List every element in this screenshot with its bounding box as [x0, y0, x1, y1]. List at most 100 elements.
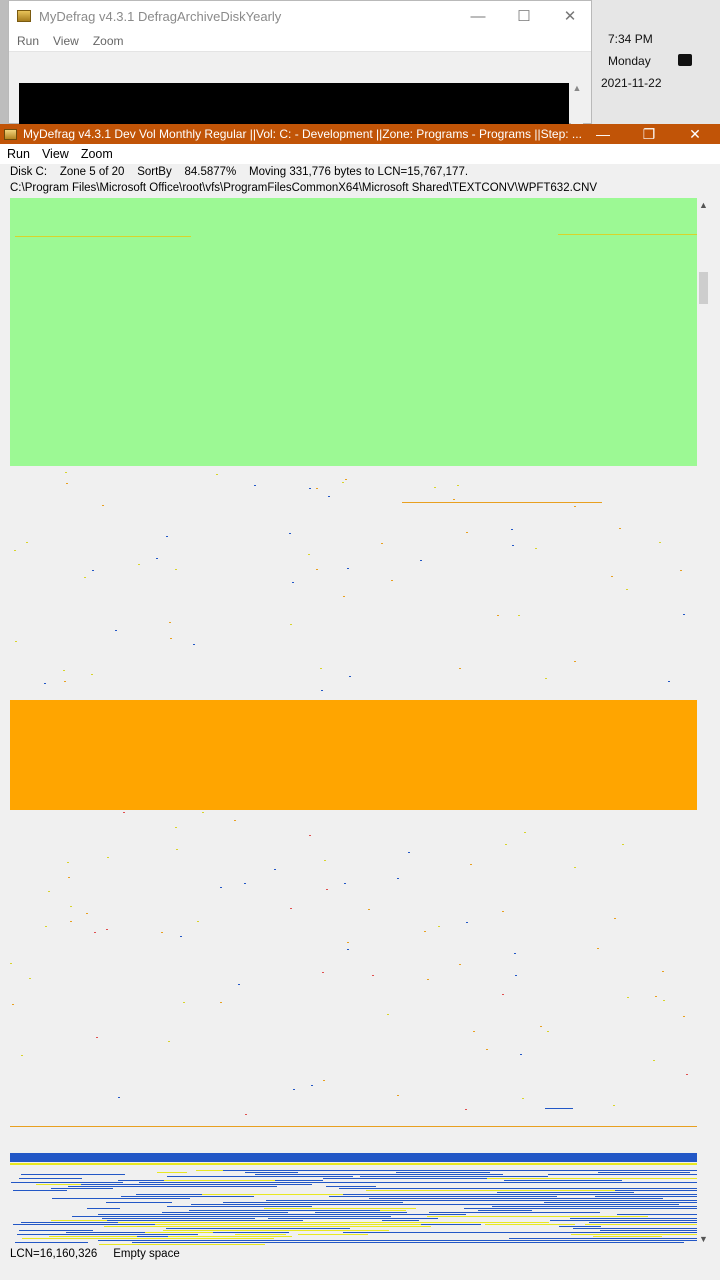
- disk-cluster-mark: [115, 630, 117, 631]
- disk-cluster-mark: [515, 975, 517, 976]
- disk-cluster-mark: [157, 1172, 187, 1173]
- minimize-button[interactable]: —: [455, 1, 501, 31]
- disk-cluster-mark: [360, 1176, 548, 1177]
- disk-cluster-mark: [330, 1218, 408, 1219]
- disk-cluster-mark: [166, 1228, 350, 1229]
- disk-cluster-mark: [161, 932, 163, 933]
- scroll-down-arrow[interactable]: ▼: [697, 1232, 710, 1246]
- disk-cluster-mark: [459, 668, 461, 669]
- disk-cluster-mark: [220, 1002, 222, 1003]
- disk-cluster-mark: [235, 1234, 286, 1235]
- disk-cluster-mark: [559, 1226, 601, 1227]
- menu-zoom[interactable]: Zoom: [93, 34, 124, 48]
- disk-cluster-mark: [526, 1208, 697, 1209]
- disk-cluster-mark: [175, 569, 177, 570]
- minimize-button[interactable]: —: [580, 124, 626, 144]
- disk-cluster-mark: [615, 1190, 697, 1191]
- disk-cluster-mark: [106, 929, 108, 930]
- disk-cluster-mark: [175, 827, 177, 828]
- disk-cluster-mark: [611, 576, 613, 577]
- disk-cluster-mark: [368, 909, 370, 910]
- disk-cluster-mark: [629, 1174, 662, 1175]
- disk-cluster-mark: [574, 867, 576, 868]
- close-button[interactable]: ✕: [547, 1, 593, 31]
- restore-button[interactable]: ❐: [626, 124, 672, 144]
- disk-cluster-mark: [82, 1220, 303, 1221]
- disk-cluster-mark: [138, 564, 140, 565]
- disk-cluster-mark: [170, 638, 172, 639]
- disk-cluster-mark: [345, 479, 347, 480]
- disk-cluster-mark: [466, 532, 468, 533]
- app-icon: [17, 10, 31, 22]
- menu-run[interactable]: Run: [7, 147, 30, 161]
- background-scrollbar[interactable]: ▲: [571, 83, 583, 125]
- menu-run[interactable]: Run: [17, 34, 39, 48]
- notification-icon[interactable]: [678, 54, 692, 66]
- background-window[interactable]: MyDefrag v4.3.1 DefragArchiveDiskYearly …: [8, 0, 592, 125]
- disk-cluster-mark: [598, 1172, 690, 1173]
- disk-cluster-mark: [12, 1004, 14, 1005]
- disk-cluster-mark: [376, 1196, 406, 1197]
- disk-cluster-mark: [13, 1190, 67, 1191]
- disk-cluster-mark: [397, 1095, 399, 1096]
- disk-cluster-mark: [70, 921, 72, 922]
- menu-view[interactable]: View: [53, 34, 79, 48]
- disk-cluster-mark: [659, 542, 661, 543]
- disk-cluster-mark: [245, 1172, 298, 1173]
- clock-time: 7:34 PM: [608, 32, 653, 46]
- menu-zoom[interactable]: Zoom: [81, 147, 113, 161]
- disk-cluster-mark: [169, 622, 171, 623]
- disk-cluster-mark: [520, 1054, 522, 1055]
- disk-cluster-mark: [316, 1176, 353, 1177]
- menu-view[interactable]: View: [42, 147, 69, 161]
- main-window-titlebar[interactable]: MyDefrag v4.3.1 Dev Vol Monthly Regular …: [0, 124, 720, 144]
- disk-cluster-mark: [155, 1224, 421, 1225]
- disk-cluster-mark: [349, 676, 351, 677]
- disk-cluster-mark: [545, 1108, 573, 1109]
- disk-cluster-mark: [571, 1234, 697, 1235]
- disk-cluster-mark: [180, 936, 182, 937]
- disk-cluster-mark: [391, 580, 393, 581]
- disk-cluster-mark: [52, 1198, 190, 1199]
- disk-cluster-mark: [176, 849, 178, 850]
- disk-cluster-mark: [466, 922, 468, 923]
- disk-cluster-mark: [593, 1236, 662, 1237]
- zone-green-block: [10, 198, 697, 466]
- disk-cluster-mark: [326, 889, 328, 890]
- disk-cluster-mark: [514, 953, 516, 954]
- disk-cluster-mark: [434, 487, 436, 488]
- disk-cluster-mark: [524, 832, 526, 833]
- scroll-up-arrow[interactable]: ▲: [697, 198, 710, 212]
- disk-cluster-mark: [396, 1172, 490, 1173]
- maximize-button[interactable]: ☐: [501, 1, 547, 31]
- disk-cluster-mark: [505, 1192, 569, 1193]
- scroll-thumb[interactable]: [699, 272, 708, 304]
- disk-cluster-mark: [102, 505, 104, 506]
- disk-cluster-mark: [322, 972, 324, 973]
- disk-cluster-mark: [19, 1178, 82, 1179]
- disk-cluster-mark: [193, 1182, 433, 1183]
- disk-cluster-mark: [166, 536, 168, 537]
- background-window-titlebar[interactable]: MyDefrag v4.3.1 DefragArchiveDiskYearly …: [9, 1, 591, 31]
- disk-cluster-mark: [452, 1188, 697, 1189]
- main-window[interactable]: MyDefrag v4.3.1 Dev Vol Monthly Regular …: [0, 124, 720, 1280]
- bottom-status: LCN=16,160,326 Empty space: [10, 1248, 180, 1260]
- disk-cluster-mark: [118, 1097, 120, 1098]
- disk-cluster-mark: [502, 994, 504, 995]
- disk-cluster-mark: [653, 1060, 655, 1061]
- disk-cluster-mark: [397, 878, 399, 879]
- taskbar-clock[interactable]: 7:34 PM Monday 2021-11-22: [592, 0, 720, 124]
- clock-day: Monday: [608, 54, 651, 68]
- disk-cluster-mark: [102, 1218, 255, 1219]
- disk-cluster-mark: [65, 472, 67, 473]
- disk-cluster-mark: [183, 1002, 185, 1003]
- disk-cluster-mark: [478, 1210, 532, 1211]
- disk-cluster-mark: [234, 820, 236, 821]
- clock-date: 2021-11-22: [601, 76, 662, 90]
- vertical-scrollbar[interactable]: ▲ ▼: [697, 198, 710, 1246]
- close-button[interactable]: ✕: [672, 124, 718, 144]
- disk-cluster-mark: [595, 1196, 697, 1197]
- disk-cluster-mark: [21, 1222, 118, 1223]
- disk-map[interactable]: [10, 198, 697, 1246]
- disk-cluster-mark: [617, 1214, 697, 1215]
